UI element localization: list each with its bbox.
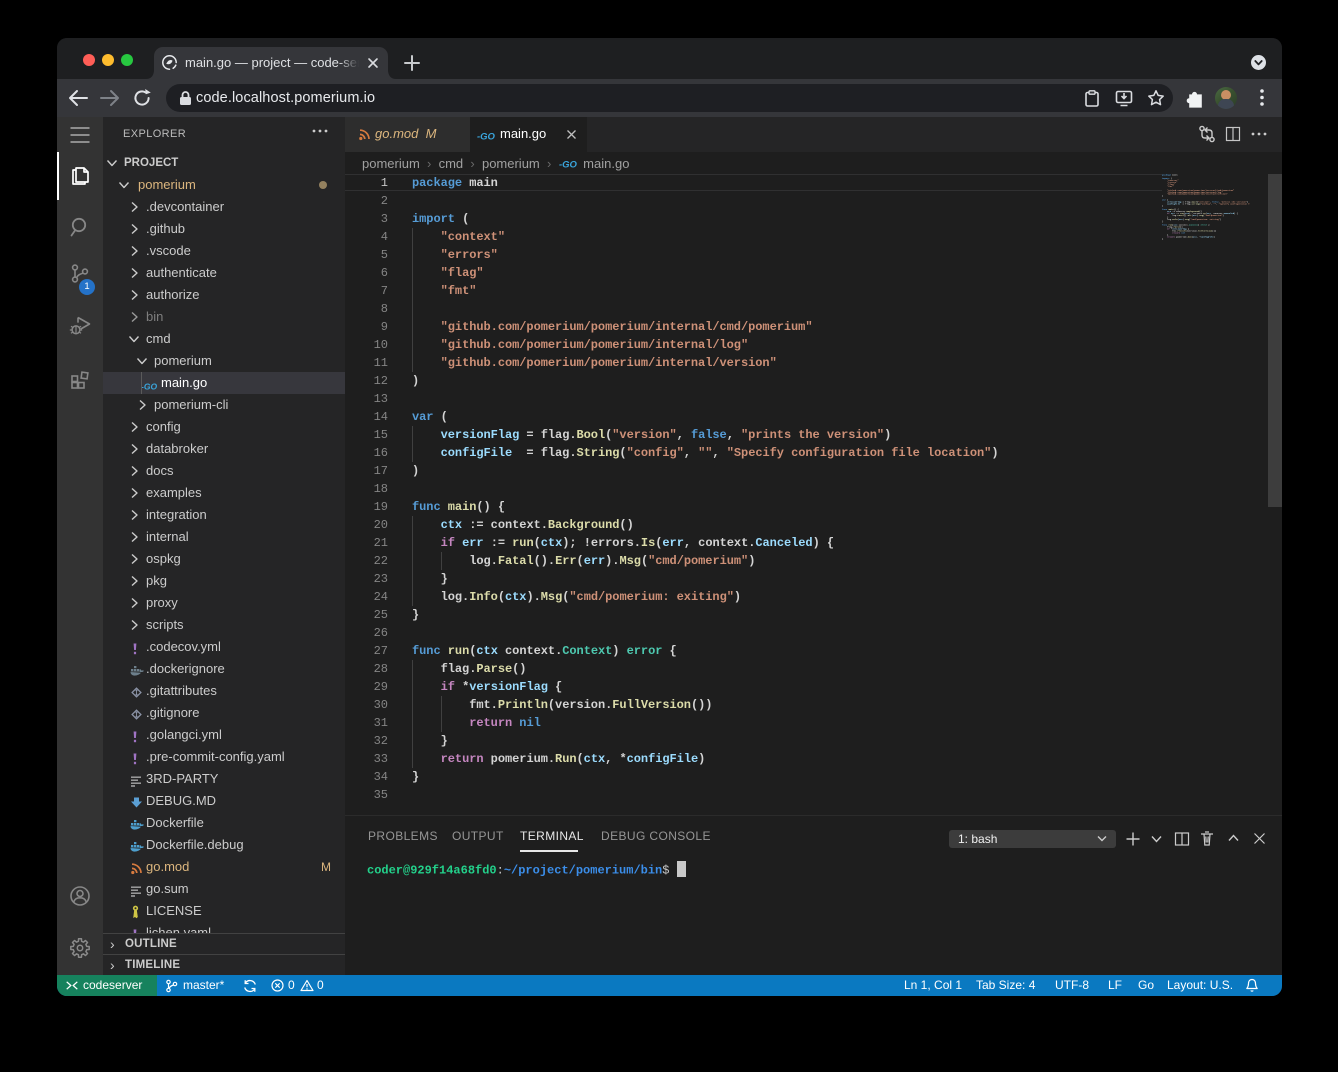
svg-text:-GO: -GO (559, 160, 578, 170)
svg-text:-GO: -GO (141, 382, 157, 392)
svg-text:-GO: -GO (477, 132, 496, 142)
